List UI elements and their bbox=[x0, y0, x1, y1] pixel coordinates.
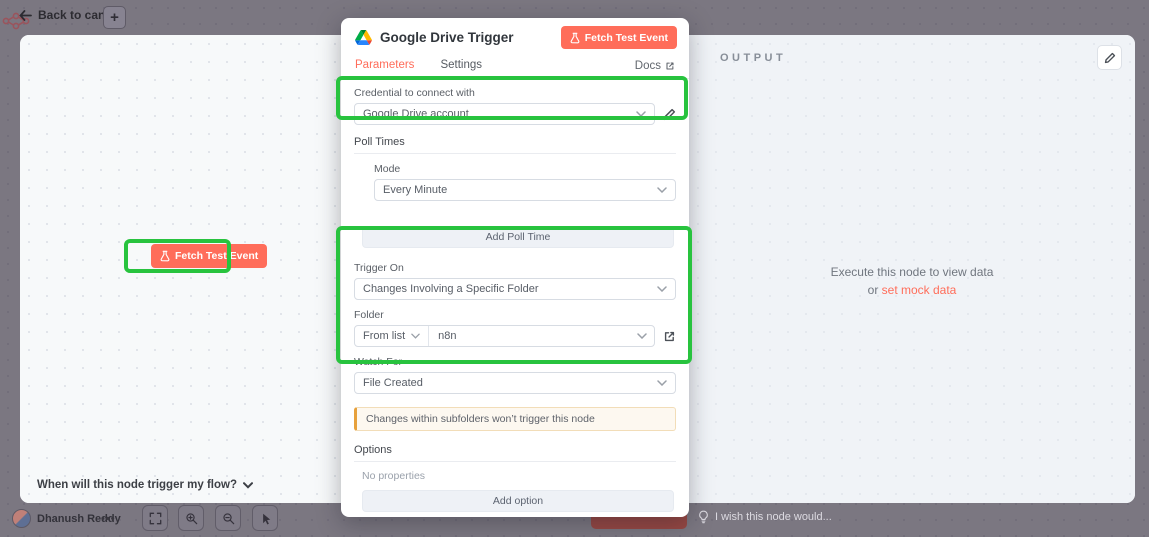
modal-title: Google Drive Trigger bbox=[380, 30, 561, 45]
mode-select[interactable]: Every Minute bbox=[374, 179, 676, 201]
trigger-on-select[interactable]: Changes Involving a Specific Folder bbox=[354, 278, 676, 300]
modal-header: Google Drive Trigger Fetch Test Event bbox=[341, 18, 689, 53]
output-pane-title: OUTPUT bbox=[720, 52, 786, 64]
canvas-fetch-label: Fetch Test Event bbox=[175, 250, 258, 262]
add-poll-time-button[interactable]: Add Poll Time bbox=[362, 226, 674, 248]
poll-times-title: Poll Times bbox=[354, 136, 676, 154]
chevron-down-icon bbox=[657, 187, 667, 193]
options-title: Options bbox=[354, 444, 676, 462]
chevron-down-icon bbox=[657, 286, 667, 292]
external-link-icon bbox=[665, 61, 675, 71]
credential-select[interactable]: Google Drive account bbox=[354, 103, 655, 125]
parameters-panel: Credential to connect with Google Drive … bbox=[341, 79, 689, 512]
flask-icon bbox=[570, 32, 580, 44]
modal-fetch-test-event-button[interactable]: Fetch Test Event bbox=[561, 26, 677, 49]
chevron-down-icon bbox=[243, 482, 253, 489]
output-pane: OUTPUT Execute this node to view data or… bbox=[689, 35, 1135, 503]
google-drive-icon bbox=[355, 30, 372, 45]
add-option-button[interactable]: Add option bbox=[362, 490, 674, 512]
credential-edit-pencil-icon[interactable] bbox=[663, 108, 676, 121]
folder-mode-select[interactable]: From list bbox=[355, 326, 429, 346]
folder-value: n8n bbox=[429, 330, 637, 342]
poll-times-section: Poll Times Mode Every Minute Add Poll Ti… bbox=[354, 136, 676, 248]
set-mock-data-link[interactable]: set mock data bbox=[882, 283, 957, 297]
trigger-on-label: Trigger On bbox=[354, 262, 676, 274]
output-empty-state: Execute this node to view data or set mo… bbox=[689, 263, 1135, 299]
wish-text: I wish this node would... bbox=[715, 511, 832, 523]
modal-fetch-label: Fetch Test Event bbox=[585, 32, 668, 44]
folder-resource-locator[interactable]: From list n8n bbox=[354, 325, 655, 347]
google-drive-trigger-modal: Google Drive Trigger Fetch Test Event Pa… bbox=[341, 18, 689, 517]
output-empty-line1: Execute this node to view data bbox=[689, 263, 1135, 281]
watch-for-label: Watch For bbox=[354, 356, 676, 368]
trigger-help-toggle[interactable]: When will this node trigger my flow? bbox=[37, 479, 253, 491]
fit-view-icon bbox=[149, 512, 162, 525]
trigger-on-section: Trigger On Changes Involving a Specific … bbox=[354, 262, 676, 394]
docs-link[interactable]: Docs bbox=[635, 60, 675, 72]
credential-label: Credential to connect with bbox=[354, 87, 676, 99]
back-arrow-icon bbox=[19, 10, 32, 21]
credential-section: Credential to connect with Google Drive … bbox=[354, 87, 676, 125]
output-edit-button[interactable] bbox=[1097, 45, 1122, 70]
output-empty-line2: or set mock data bbox=[689, 281, 1135, 299]
cursor-pointer-icon bbox=[259, 512, 272, 525]
options-section: Options No properties Add option bbox=[354, 444, 676, 512]
chevron-down-icon bbox=[657, 380, 667, 386]
pencil-icon bbox=[1104, 52, 1116, 64]
reset-zoom-button[interactable] bbox=[252, 505, 278, 531]
zoom-out-button[interactable] bbox=[215, 505, 241, 531]
fit-view-button[interactable] bbox=[142, 505, 168, 531]
tab-settings[interactable]: Settings bbox=[440, 54, 482, 77]
tab-parameters[interactable]: Parameters bbox=[355, 54, 414, 79]
options-empty-text: No properties bbox=[362, 470, 676, 482]
zoom-in-icon bbox=[185, 512, 198, 525]
trigger-help-label: When will this node trigger my flow? bbox=[37, 479, 237, 491]
mode-label: Mode bbox=[374, 163, 676, 175]
wish-feedback-link[interactable]: I wish this node would... bbox=[698, 510, 832, 524]
add-node-button[interactable]: + bbox=[103, 6, 126, 29]
user-avatar[interactable] bbox=[12, 509, 31, 528]
chevron-down-icon bbox=[637, 333, 647, 339]
user-menu-ellipsis-icon[interactable]: ••• bbox=[101, 513, 116, 525]
folder-label: Folder bbox=[354, 309, 676, 321]
zoom-in-button[interactable] bbox=[178, 505, 204, 531]
subfolder-notice: Changes within subfolders won’t trigger … bbox=[354, 407, 676, 431]
open-folder-external-link-icon[interactable] bbox=[663, 330, 676, 343]
lightbulb-icon bbox=[698, 510, 709, 524]
modal-tabs: Parameters Settings Docs bbox=[341, 53, 689, 79]
zoom-out-icon bbox=[222, 512, 235, 525]
watch-for-select[interactable]: File Created bbox=[354, 372, 676, 394]
flask-icon bbox=[160, 250, 170, 262]
canvas-fetch-test-event-button[interactable]: Fetch Test Event bbox=[151, 244, 267, 268]
chevron-down-icon bbox=[636, 111, 646, 117]
